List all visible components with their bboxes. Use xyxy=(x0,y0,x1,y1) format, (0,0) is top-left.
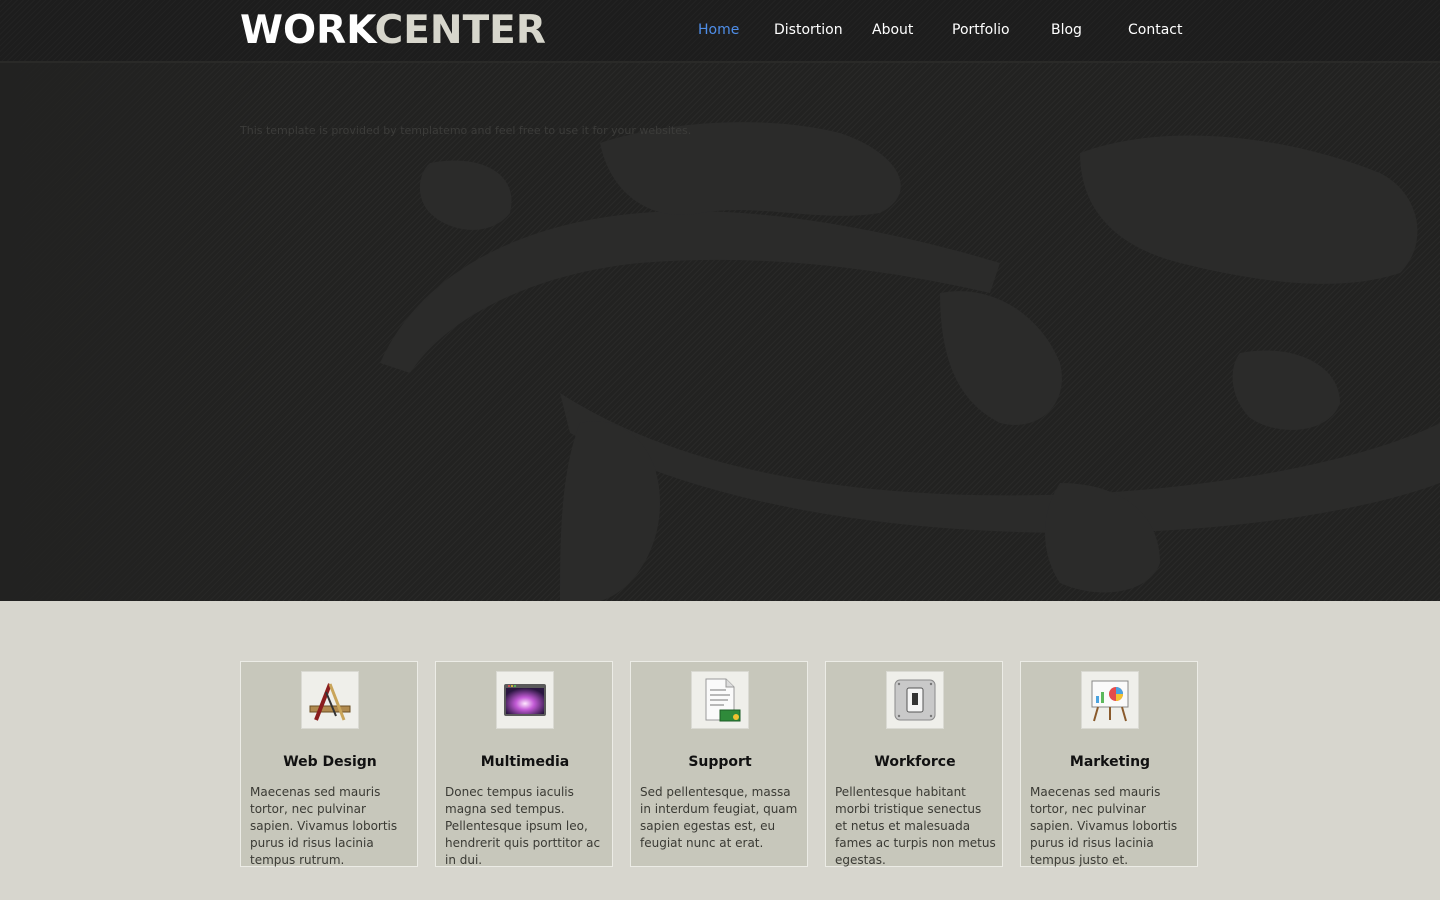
service-icon-frame xyxy=(496,671,554,729)
service-title: Support xyxy=(688,754,752,770)
nav-about[interactable]: About xyxy=(872,22,913,38)
service-title: Web Design xyxy=(283,754,377,770)
logo-part-work: WORK xyxy=(240,8,375,53)
site-logo[interactable]: WORKCENTER xyxy=(240,7,546,55)
presentation-easel-icon xyxy=(1091,680,1129,722)
service-card-multimedia: Multimedia Donec tempus iaculis magna se… xyxy=(435,661,613,867)
nav-portfolio[interactable]: Portfolio xyxy=(952,22,1010,38)
service-icon-frame xyxy=(691,671,749,729)
service-description: Pellentesque habitant morbi tristique se… xyxy=(835,785,996,867)
service-icon-frame xyxy=(301,671,359,729)
pencil-ruler-icon xyxy=(309,683,351,721)
service-card-workforce: Workforce Pellentesque habitant morbi tr… xyxy=(825,661,1003,867)
world-map-background xyxy=(0,63,1440,601)
service-description: Sed pellentesque, massa in interdum feug… xyxy=(640,785,798,850)
service-description: Maecenas sed mauris tortor, nec pulvinar… xyxy=(1030,785,1178,867)
service-icon-frame xyxy=(1081,671,1139,729)
services-section: Web Design Maecenas sed mauris tortor, n… xyxy=(0,601,1440,900)
nav-blog[interactable]: Blog xyxy=(1051,22,1082,38)
service-title: Marketing xyxy=(1069,754,1151,770)
media-player-icon xyxy=(504,684,546,716)
switch-icon xyxy=(894,679,936,721)
service-card-marketing: Marketing Maecenas sed mauris tortor, ne… xyxy=(1020,661,1198,867)
service-title: Multimedia xyxy=(480,754,570,770)
service-card-web-design: Web Design Maecenas sed mauris tortor, n… xyxy=(240,661,418,867)
document-icon xyxy=(705,678,741,722)
logo-part-center: CENTER xyxy=(374,8,546,53)
hero-banner: This template is provided by templatemo … xyxy=(0,63,1440,601)
service-description: Maecenas sed mauris tortor, nec pulvinar… xyxy=(250,785,398,867)
service-description: Donec tempus iaculis magna sed tempus. P… xyxy=(445,785,601,867)
service-icon-frame xyxy=(886,671,944,729)
nav-home[interactable]: Home xyxy=(698,22,739,38)
service-card-support: Support Sed pellentesque, massa in inter… xyxy=(630,661,808,867)
site-header: WORKCENTER Home Distortion About Portfol… xyxy=(0,0,1440,63)
nav-contact[interactable]: Contact xyxy=(1128,22,1182,38)
service-title: Workforce xyxy=(874,754,956,770)
nav-distortion[interactable]: Distortion xyxy=(774,22,843,38)
hero-caption: This template is provided by templatemo … xyxy=(240,124,692,137)
